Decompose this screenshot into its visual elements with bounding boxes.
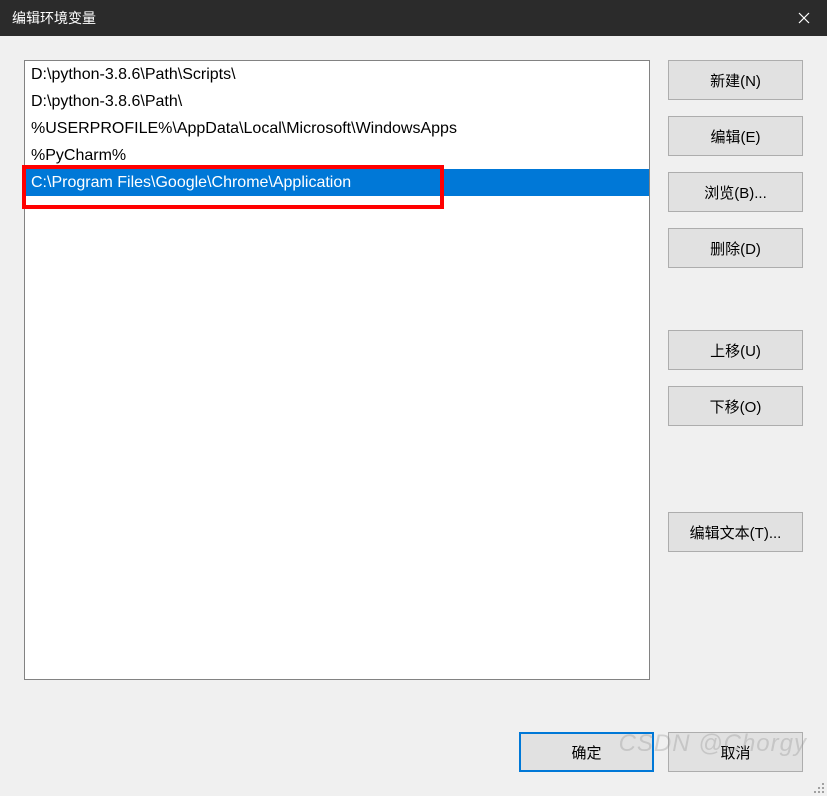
edittext-button[interactable]: 编辑文本(T)... [668,512,803,552]
ok-button[interactable]: 确定 [519,732,654,772]
close-button[interactable] [781,0,827,36]
movedown-button[interactable]: 下移(O) [668,386,803,426]
list-item[interactable]: D:\python-3.8.6\Path\Scripts\ [25,61,649,88]
env-var-dialog: 编辑环境变量 D:\python-3.8.6\Path\Scripts\D:\p… [0,0,827,796]
list-item[interactable]: %USERPROFILE%\AppData\Local\Microsoft\Wi… [25,115,649,142]
list-panel: D:\python-3.8.6\Path\Scripts\D:\python-3… [24,60,650,708]
delete-button[interactable]: 删除(D) [668,228,803,268]
browse-button[interactable]: 浏览(B)... [668,172,803,212]
moveup-button[interactable]: 上移(U) [668,330,803,370]
content-area: D:\python-3.8.6\Path\Scripts\D:\python-3… [0,36,827,732]
spacer [668,284,803,314]
edit-button[interactable]: 编辑(E) [668,116,803,156]
cancel-button[interactable]: 取消 [668,732,803,772]
new-button[interactable]: 新建(N) [668,60,803,100]
path-list[interactable]: D:\python-3.8.6\Path\Scripts\D:\python-3… [24,60,650,680]
list-item[interactable]: D:\python-3.8.6\Path\ [25,88,649,115]
footer: 确定 取消 [0,732,827,796]
close-icon [798,12,810,24]
button-panel: 新建(N) 编辑(E) 浏览(B)... 删除(D) 上移(U) 下移(O) 编… [668,60,803,708]
spacer [668,442,803,496]
list-item[interactable]: %PyCharm% [25,142,649,169]
titlebar: 编辑环境变量 [0,0,827,36]
list-item[interactable]: C:\Program Files\Google\Chrome\Applicati… [25,169,649,196]
titlebar-title: 编辑环境变量 [12,8,781,28]
